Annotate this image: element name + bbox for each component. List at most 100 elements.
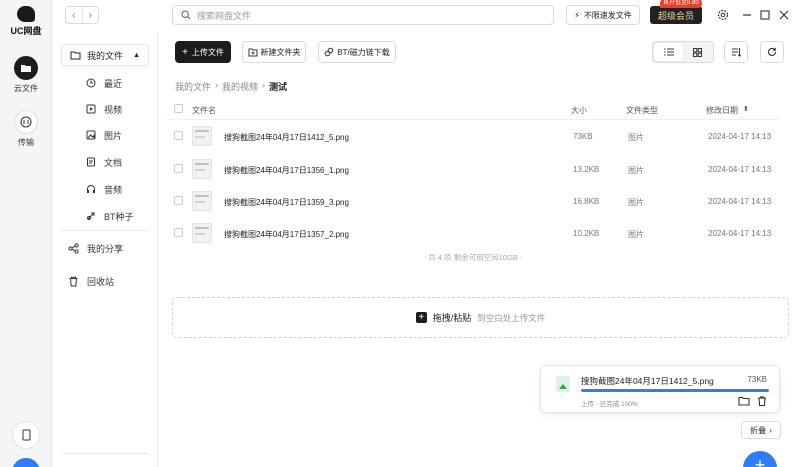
upload-button[interactable]: + 上传文件 (175, 41, 231, 63)
caret-up-icon: ▲ (133, 51, 140, 59)
upload-progress-fill (581, 389, 769, 392)
file-thumbnail (192, 159, 212, 179)
sidebar-item-image[interactable]: 图片 (86, 127, 122, 143)
view-toggle (652, 41, 714, 63)
toolbar: + 上传文件 新建文件夹 BT/磁力链下载 (158, 32, 800, 72)
close-icon[interactable] (777, 8, 791, 22)
file-date: 2024-04-17 14:13 (708, 165, 772, 174)
file-name[interactable]: 搜狗截图24年04月17日1412_5.png (224, 132, 349, 143)
column-header-date[interactable]: 修改日期 (706, 105, 738, 116)
select-all-checkbox[interactable] (174, 104, 183, 113)
file-name[interactable]: 搜狗截图24年04月17日1356_1.png (224, 165, 349, 176)
search-placeholder: 搜索网盘文件 (197, 10, 252, 21)
settings-gear-icon[interactable] (716, 8, 730, 22)
breadcrumb-item[interactable]: 我的文件 (175, 80, 211, 93)
search-input[interactable]: 搜索网盘文件 (172, 5, 554, 25)
app-logo: UC网盘 (8, 6, 44, 37)
forward-icon[interactable]: › (81, 7, 99, 23)
open-folder-icon[interactable] (738, 396, 750, 406)
table-row[interactable]: 搜狗截图24年04月17日1357_2.png 10.2KB 图片 2024-0… (166, 217, 780, 249)
share-icon (68, 242, 79, 254)
upload-progress-card: 搜狗截图24年04月17日1412_5.png 73KB 上传 · 已完成 10… (540, 365, 780, 413)
sidebar-item-document[interactable]: 文档 (86, 154, 122, 170)
file-name[interactable]: 搜狗截图24年04月17日1357_2.png (224, 229, 349, 240)
minimize-icon[interactable] (740, 8, 754, 22)
rail-item-transfer[interactable]: 传输 (8, 110, 44, 148)
row-checkbox[interactable] (174, 228, 183, 237)
sidebar-item-label: 回收站 (87, 276, 115, 287)
file-size: 13.2KB (573, 165, 600, 174)
sidebar: 我的文件 ▲ 最近 视频 图片 文档 音频 BT种子 我的分享 回收站 (52, 32, 158, 467)
floating-add-button[interactable]: + (743, 451, 777, 467)
rail-label-transfer: 传输 (18, 138, 34, 147)
row-checkbox[interactable] (174, 196, 183, 205)
file-type: 图片 (628, 133, 644, 142)
column-header-name[interactable]: 文件名 (192, 105, 216, 116)
delete-icon[interactable] (756, 396, 768, 406)
upload-progress-bar (581, 389, 769, 392)
sort-desc-icon[interactable]: ⬍ (743, 105, 749, 113)
file-thumbnail (192, 126, 212, 146)
refresh-icon[interactable] (760, 41, 784, 63)
row-checkbox[interactable] (174, 164, 183, 173)
table-row[interactable]: 搜狗截图24年04月17日1412_5.png 73KB 图片 2024-04-… (166, 120, 780, 152)
file-name[interactable]: 搜狗截图24年04月17日1359_3.png (224, 197, 349, 208)
avatar[interactable] (12, 458, 40, 467)
sidebar-item-share[interactable]: 我的分享 (68, 240, 123, 256)
uc-logo-icon (17, 6, 35, 22)
phone-icon[interactable] (12, 421, 40, 449)
breadcrumb-separator: › (215, 80, 219, 90)
sidebar-item-label: 视频 (104, 104, 123, 115)
sidebar-my-files[interactable]: 我的文件 ▲ (61, 44, 149, 66)
column-header-size[interactable]: 大小 (571, 105, 587, 116)
maximize-icon[interactable] (758, 8, 772, 22)
vip-label: 超级会员 (657, 10, 694, 21)
sidebar-item-label: 图片 (104, 130, 123, 141)
fast-send-button[interactable]: ⚡ 不限速发文件 (566, 5, 640, 25)
image-icon (86, 130, 96, 140)
column-header-type[interactable]: 文件类型 (626, 105, 658, 116)
back-icon[interactable]: ‹ (66, 7, 82, 23)
breadcrumb-item[interactable]: 我的视频 (222, 80, 258, 93)
breadcrumb-current: 测试 (269, 82, 288, 92)
table-row[interactable]: 搜狗截图24年04月17日1359_3.png 16.8KB 图片 2024-0… (166, 185, 780, 217)
fold-button[interactable]: 折叠 › (741, 421, 781, 439)
bt-download-button[interactable]: BT/磁力链下载 (318, 41, 396, 63)
grid-view-icon[interactable] (683, 43, 712, 61)
row-checkbox[interactable] (174, 131, 183, 140)
sidebar-item-recent[interactable]: 最近 (86, 75, 122, 91)
new-folder-label: 新建文件夹 (260, 47, 301, 57)
upload-status: 上传 · 已完成 100% (581, 401, 638, 408)
file-type: 图片 (628, 166, 644, 175)
file-date: 2024-04-17 14:13 (708, 229, 772, 238)
clock-icon (86, 78, 96, 88)
upload-file-name: 搜狗截图24年04月17日1412_5.png (581, 376, 714, 386)
transfer-icon (14, 110, 38, 134)
document-icon (87, 157, 95, 167)
chevron-right-icon: › (769, 425, 772, 435)
plus-icon: + (182, 46, 188, 58)
sort-icon[interactable] (724, 41, 748, 63)
file-type: 图片 (628, 198, 644, 207)
sidebar-divider (62, 230, 148, 231)
sidebar-bottom-divider (62, 453, 148, 454)
search-icon (181, 10, 191, 20)
sidebar-item-bt[interactable]: BT种子 (86, 208, 134, 224)
table-row[interactable]: 搜狗截图24年04月17日1356_1.png 13.2KB 图片 2024-0… (166, 153, 780, 185)
sidebar-item-audio[interactable]: 音频 (86, 181, 122, 197)
sidebar-item-video[interactable]: 视频 (86, 101, 122, 117)
rail-label-cloud: 云文件 (14, 84, 38, 93)
fast-send-label: 不限速发文件 (583, 10, 632, 20)
sidebar-item-label: 音频 (104, 184, 123, 195)
list-view-icon[interactable] (654, 43, 683, 61)
upload-dropzone[interactable]: + 拖拽/粘贴 到空白处上传文件 (172, 297, 789, 338)
new-folder-button[interactable]: 新建文件夹 (242, 41, 306, 63)
file-count-summary: - 共 4 项 剩余可用空间10GB - (423, 253, 523, 262)
sidebar-item-label: BT种子 (104, 211, 134, 222)
video-icon (86, 104, 96, 114)
rail-item-cloud[interactable]: 云文件 (8, 56, 44, 94)
logo-text: UC网盘 (10, 26, 42, 36)
vip-button[interactable]: 超级会员 (650, 6, 702, 24)
dropzone-hint: 到空白处上传文件 (477, 312, 546, 323)
sidebar-item-trash[interactable]: 回收站 (68, 273, 114, 289)
